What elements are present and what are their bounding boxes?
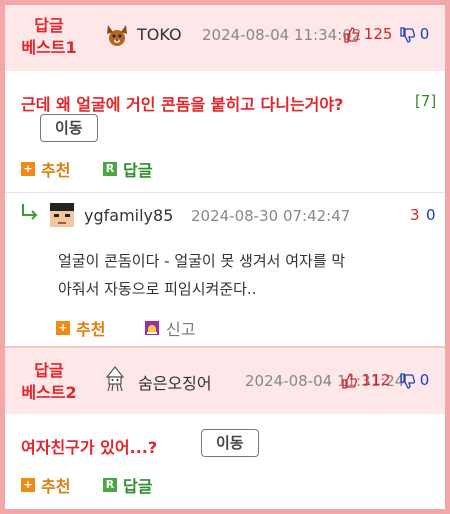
downvote-button[interactable]: 0 (399, 371, 429, 389)
recommend-label: 추천 (41, 477, 71, 496)
best-comment-header: 답글 베스트1 TOKO 2024-08-04 11:34:02 125 0 (5, 5, 445, 71)
reply-button[interactable]: R 답글 (103, 473, 152, 497)
thumbs-up-icon (344, 26, 359, 43)
upvote-button[interactable]: 112 (341, 371, 390, 389)
plus-icon: + (56, 321, 70, 335)
best-label-line2: 베스트1 (21, 38, 77, 57)
reply-button[interactable]: R 답글 (103, 157, 152, 181)
comment-panel: 답글 베스트1 TOKO 2024-08-04 11:34:02 125 0 근… (5, 5, 445, 509)
divider (5, 192, 445, 193)
reply-label: 답글 (123, 477, 153, 496)
reply-downvote-count[interactable]: 0 (426, 206, 436, 224)
thumbs-down-icon (400, 372, 415, 389)
comment-title: 여자친구가 있어...? (21, 438, 158, 457)
post-date: 2024-08-04 11:34:02 (202, 26, 362, 44)
reply-label: 답글 (123, 161, 153, 180)
reply-r-icon: R (103, 478, 117, 492)
author-nick[interactable]: TOKO (137, 25, 182, 44)
downvote-button[interactable]: 0 (399, 25, 429, 43)
reply-r-icon: R (103, 162, 117, 176)
reply-upvote-count[interactable]: 3 (410, 206, 420, 224)
pixel-face-icon[interactable] (48, 201, 76, 229)
squid-icon[interactable] (101, 365, 129, 393)
author-nick[interactable]: 숨은오징어 (138, 370, 212, 394)
thumbs-down-icon (400, 26, 415, 43)
recommend-label: 추천 (41, 161, 71, 180)
reply-date: 2024-08-30 07:42:47 (191, 207, 351, 225)
upvote-count: 125 (363, 25, 393, 43)
thumbs-up-icon (342, 372, 357, 389)
report-button[interactable]: 신고 (144, 316, 195, 340)
upvote-count: 112 (361, 371, 391, 389)
upvote-button[interactable]: 125 (343, 25, 392, 43)
dog-icon[interactable] (103, 21, 131, 49)
best-comment-header: 답글 베스트2 숨은오징어 2024-08-04 11:31:24 112 0 (5, 348, 445, 414)
plus-icon: + (21, 478, 35, 492)
reply-body-line2: 아줘서 자동으로 피임시켜준다.. (58, 280, 257, 298)
reply-body-line1: 얼굴이 콘돔이다 - 얼굴이 못 생겨서 여자를 막 (58, 252, 346, 270)
recommend-button[interactable]: + 추천 (21, 473, 70, 497)
comment-title: 근데 왜 얼굴에 거인 콘돔을 붙히고 다니는거야? (21, 95, 344, 114)
siren-icon (145, 321, 159, 335)
best-label-line1: 답글 (34, 361, 64, 380)
downvote-count: 0 (419, 25, 430, 43)
best-label-line2: 베스트2 (21, 383, 77, 402)
reply-recommend-label: 추천 (76, 320, 106, 339)
report-label: 신고 (166, 320, 196, 339)
downvote-count: 0 (419, 371, 430, 389)
reply-author-nick[interactable]: ygfamily85 (84, 206, 173, 225)
reply-arrow-icon (22, 204, 38, 220)
best-label-line1: 답글 (34, 16, 64, 35)
plus-icon: + (21, 162, 35, 176)
reply-recommend-button[interactable]: + 추천 (56, 316, 105, 340)
reply-count: [7] (415, 92, 437, 110)
recommend-button[interactable]: + 추천 (21, 157, 70, 181)
move-button[interactable]: 이동 (40, 114, 98, 142)
move-button[interactable]: 이동 (201, 429, 259, 457)
